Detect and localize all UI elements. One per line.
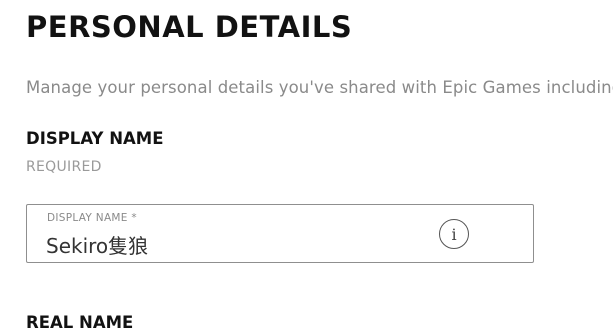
personal-details-page: PERSONAL DETAILS Manage your personal de… — [0, 0, 613, 331]
display-name-input[interactable] — [46, 230, 426, 258]
display-name-field[interactable]: DISPLAY NAME * i — [26, 204, 534, 263]
page-description: Manage your personal details you've shar… — [26, 78, 613, 97]
display-name-heading: DISPLAY NAME — [26, 129, 164, 148]
real-name-heading: REAL NAME — [26, 313, 134, 331]
info-icon[interactable]: i — [439, 219, 469, 249]
required-note: REQUIRED — [26, 159, 102, 175]
display-name-field-label: DISPLAY NAME * — [47, 212, 137, 224]
page-title: PERSONAL DETAILS — [26, 10, 353, 44]
